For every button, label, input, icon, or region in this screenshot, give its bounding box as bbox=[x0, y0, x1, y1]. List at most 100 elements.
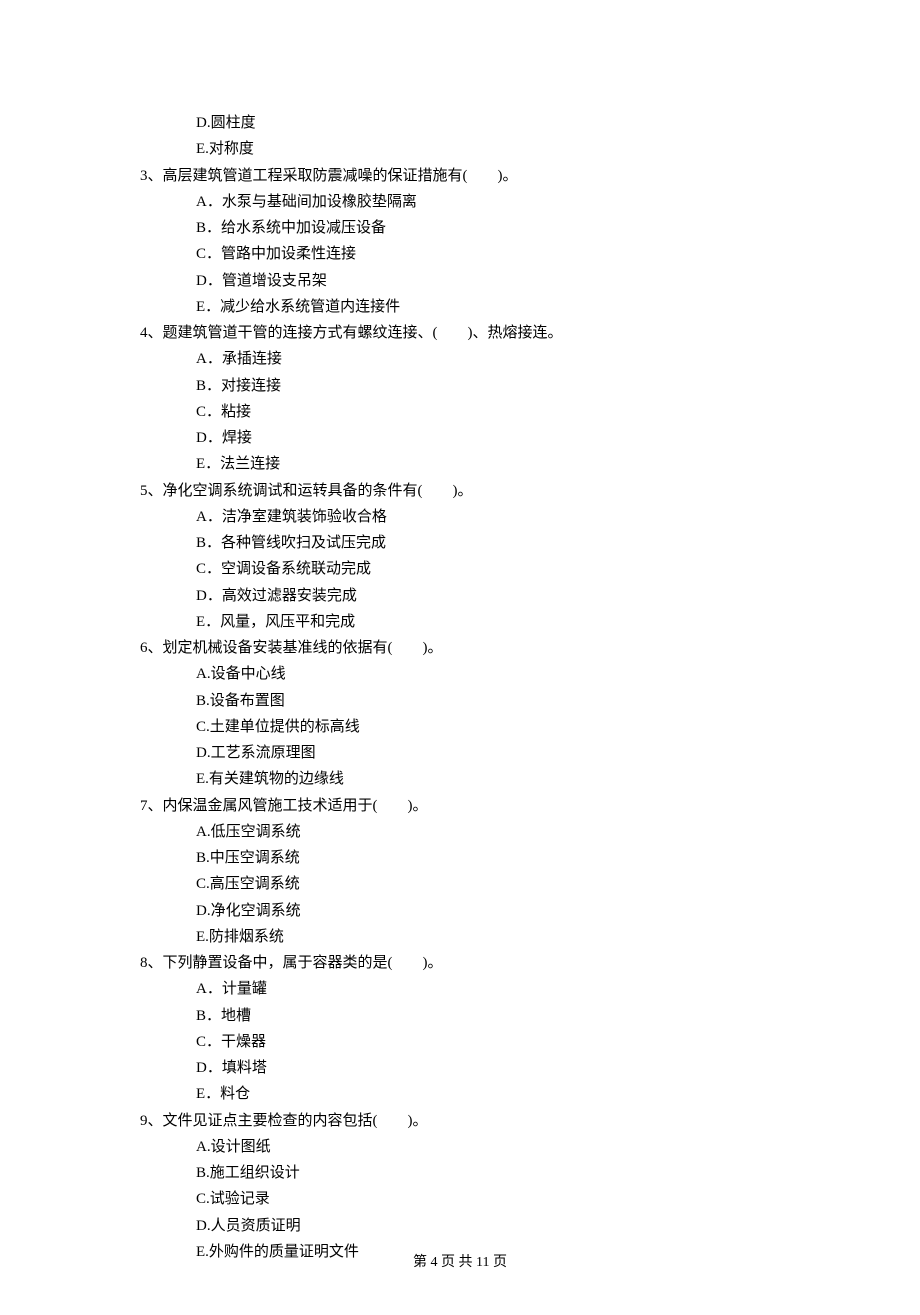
option: C.试验记录 bbox=[196, 1186, 780, 1212]
option: D.人员资质证明 bbox=[196, 1213, 780, 1239]
option: E．减少给水系统管道内连接件 bbox=[196, 294, 780, 320]
option: B.中压空调系统 bbox=[196, 845, 780, 871]
option: C.土建单位提供的标高线 bbox=[196, 714, 780, 740]
option-text: 圆柱度 bbox=[211, 110, 780, 136]
question-number: 5、 bbox=[140, 478, 163, 504]
option: E.有关建筑物的边缘线 bbox=[196, 766, 780, 792]
option: D.工艺系流原理图 bbox=[196, 740, 780, 766]
option: C．管路中加设柔性连接 bbox=[196, 241, 780, 267]
questions-container: 3、高层建筑管道工程采取防震减噪的保证措施有( )。A．水泵与基础间加设橡胶垫隔… bbox=[140, 163, 780, 1266]
option-text: 焊接 bbox=[222, 425, 780, 451]
question-stem: 7、内保温金属风管施工技术适用于( )。 bbox=[140, 793, 780, 819]
question-number: 3、 bbox=[140, 163, 163, 189]
option-text: 设备布置图 bbox=[210, 688, 780, 714]
options: A．承插连接B．对接连接C．粘接D．焊接E．法兰连接 bbox=[196, 346, 780, 477]
option-text: 工艺系流原理图 bbox=[211, 740, 780, 766]
option-key: B． bbox=[196, 215, 221, 241]
option-text: 给水系统中加设减压设备 bbox=[221, 215, 780, 241]
option-key: E． bbox=[196, 1081, 220, 1107]
option-text: 填料塔 bbox=[222, 1055, 780, 1081]
question-text: 题建筑管道干管的连接方式有螺纹连接、( )、热熔接连。 bbox=[163, 320, 780, 346]
option-key: E. bbox=[196, 136, 209, 162]
option-key: B. bbox=[196, 845, 210, 871]
option-key: B． bbox=[196, 373, 221, 399]
option: E．料仓 bbox=[196, 1081, 780, 1107]
option: A．水泵与基础间加设橡胶垫隔离 bbox=[196, 189, 780, 215]
options: A.设备中心线B.设备布置图C.土建单位提供的标高线D.工艺系流原理图E.有关建… bbox=[196, 661, 780, 792]
option-text: 施工组织设计 bbox=[210, 1160, 780, 1186]
options: A．水泵与基础间加设橡胶垫隔离B．给水系统中加设减压设备C．管路中加设柔性连接D… bbox=[196, 189, 780, 320]
option-key: E． bbox=[196, 609, 220, 635]
option-key: B. bbox=[196, 1160, 210, 1186]
option-text: 人员资质证明 bbox=[211, 1213, 780, 1239]
option-text: 风量，风压平和完成 bbox=[220, 609, 780, 635]
option: E．法兰连接 bbox=[196, 451, 780, 477]
option-text: 法兰连接 bbox=[220, 451, 780, 477]
question: 6、划定机械设备安装基准线的依据有( )。A.设备中心线B.设备布置图C.土建单… bbox=[140, 635, 780, 793]
option-key: B． bbox=[196, 530, 221, 556]
question-stem: 4、题建筑管道干管的连接方式有螺纹连接、( )、热熔接连。 bbox=[140, 320, 780, 346]
option-key: C. bbox=[196, 714, 210, 740]
option-key: D. bbox=[196, 110, 211, 136]
option-key: A. bbox=[196, 819, 211, 845]
question: 5、净化空调系统调试和运转具备的条件有( )。A．洁净室建筑装饰验收合格B．各种… bbox=[140, 478, 780, 636]
question-stem: 9、文件见证点主要检查的内容包括( )。 bbox=[140, 1108, 780, 1134]
option-text: 料仓 bbox=[220, 1081, 780, 1107]
option-key: C． bbox=[196, 399, 221, 425]
option-text: 各种管线吹扫及试压完成 bbox=[221, 530, 780, 556]
option-key: A. bbox=[196, 661, 211, 687]
question-number: 4、 bbox=[140, 320, 163, 346]
option: A．洁净室建筑装饰验收合格 bbox=[196, 504, 780, 530]
option-text: 设计图纸 bbox=[211, 1134, 780, 1160]
question-text: 文件见证点主要检查的内容包括( )。 bbox=[163, 1108, 780, 1134]
option: B.施工组织设计 bbox=[196, 1160, 780, 1186]
option-key: C. bbox=[196, 1186, 210, 1212]
question-number: 9、 bbox=[140, 1108, 163, 1134]
option-text: 低压空调系统 bbox=[211, 819, 780, 845]
option-text: 水泵与基础间加设橡胶垫隔离 bbox=[222, 189, 780, 215]
option: C．粘接 bbox=[196, 399, 780, 425]
option-key: A． bbox=[196, 189, 222, 215]
option: D.圆柱度 bbox=[196, 110, 780, 136]
option-text: 防排烟系统 bbox=[209, 924, 780, 950]
option-key: E. bbox=[196, 924, 209, 950]
option-text: 管路中加设柔性连接 bbox=[221, 241, 780, 267]
option-text: 试验记录 bbox=[210, 1186, 780, 1212]
option: B．对接连接 bbox=[196, 373, 780, 399]
option: C．空调设备系统联动完成 bbox=[196, 556, 780, 582]
question-stem: 6、划定机械设备安装基准线的依据有( )。 bbox=[140, 635, 780, 661]
question-text: 高层建筑管道工程采取防震减噪的保证措施有( )。 bbox=[163, 163, 780, 189]
option-key: E. bbox=[196, 766, 209, 792]
option-key: A. bbox=[196, 1134, 211, 1160]
option-text: 对称度 bbox=[209, 136, 780, 162]
option: E.防排烟系统 bbox=[196, 924, 780, 950]
option: A．计量罐 bbox=[196, 976, 780, 1002]
options: A.设计图纸B.施工组织设计C.试验记录D.人员资质证明E.外购件的质量证明文件 bbox=[196, 1134, 780, 1265]
option-key: C. bbox=[196, 871, 210, 897]
option-text: 减少给水系统管道内连接件 bbox=[220, 294, 780, 320]
option: C．干燥器 bbox=[196, 1029, 780, 1055]
option-key: D. bbox=[196, 898, 211, 924]
option: B．地槽 bbox=[196, 1003, 780, 1029]
question: 8、下列静置设备中，属于容器类的是( )。A．计量罐B．地槽C．干燥器D．填料塔… bbox=[140, 950, 780, 1108]
option-text: 承插连接 bbox=[222, 346, 780, 372]
option-key: D． bbox=[196, 583, 222, 609]
question-text: 内保温金属风管施工技术适用于( )。 bbox=[163, 793, 780, 819]
options: A．计量罐B．地槽C．干燥器D．填料塔E．料仓 bbox=[196, 976, 780, 1107]
option-text: 设备中心线 bbox=[211, 661, 780, 687]
option-text: 干燥器 bbox=[221, 1029, 780, 1055]
page: D.圆柱度E.对称度 3、高层建筑管道工程采取防震减噪的保证措施有( )。A．水… bbox=[0, 0, 920, 1315]
options: A.低压空调系统B.中压空调系统C.高压空调系统D.净化空调系统E.防排烟系统 bbox=[196, 819, 780, 950]
option: D.净化空调系统 bbox=[196, 898, 780, 924]
question-text: 划定机械设备安装基准线的依据有( )。 bbox=[163, 635, 780, 661]
option-text: 中压空调系统 bbox=[210, 845, 780, 871]
question-stem: 3、高层建筑管道工程采取防震减噪的保证措施有( )。 bbox=[140, 163, 780, 189]
option-text: 洁净室建筑装饰验收合格 bbox=[222, 504, 780, 530]
option-text: 有关建筑物的边缘线 bbox=[209, 766, 780, 792]
option: D．焊接 bbox=[196, 425, 780, 451]
option-key: D． bbox=[196, 425, 222, 451]
option-text: 计量罐 bbox=[222, 976, 780, 1002]
question-text: 净化空调系统调试和运转具备的条件有( )。 bbox=[163, 478, 780, 504]
option-text: 空调设备系统联动完成 bbox=[221, 556, 780, 582]
option-text: 粘接 bbox=[221, 399, 780, 425]
